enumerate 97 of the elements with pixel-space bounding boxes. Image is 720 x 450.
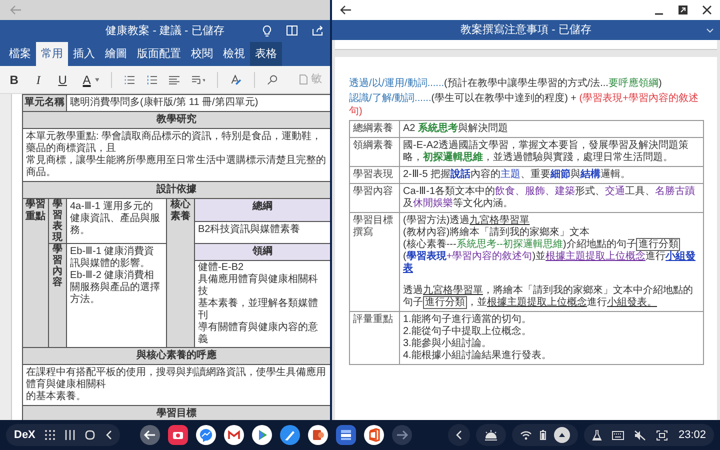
cell-text: Eb-Ⅲ-1 健康消費資訊與媒體的影響。 xyxy=(70,246,156,270)
numbered-list-icon[interactable] xyxy=(146,74,158,84)
ribbon-tab[interactable]: 常用 xyxy=(36,42,68,66)
cell-text: Eb-Ⅲ-2 健康消費相關服務與產品的選擇方法。 xyxy=(70,270,161,306)
guideline-text: 認識/了解/動詞......(學生可以在教學中達到的程度) + (學習表現+學習內容的敘述句) xyxy=(349,92,700,118)
recent-apps-icon[interactable] xyxy=(65,430,76,440)
cell-text: Ca-Ⅲ-1各類文本中的飲食、服飾、建築形式、交通工具、名勝古蹟 及休閒娛樂等文化內涵。 xyxy=(403,186,696,210)
weather-icon[interactable] xyxy=(476,424,506,446)
body-text: 常見商標，讓學生能將所學應用至日常生活中選購標示清楚且完整的商品。 xyxy=(26,155,327,179)
cell-text: 2-Ⅲ-5 把握說話內容的主題、重要細節與結構邏輯。 xyxy=(403,169,632,181)
window-title: 健康教案 - 建議 - 已儲存 xyxy=(106,24,224,39)
cell-text: 3.能參與小組討論。 xyxy=(403,338,492,350)
cell-text: 聰明消費學問多(康軒版/第 11 冊/第四單元) xyxy=(70,97,260,109)
underline-button[interactable]: U xyxy=(56,70,69,88)
slides-icon[interactable] xyxy=(308,425,328,445)
bullet-list-icon[interactable] xyxy=(124,74,135,84)
ribbon-tab[interactable]: 繪圖 xyxy=(100,42,132,66)
lightbulb-icon[interactable] xyxy=(262,25,272,37)
expand-up-icon[interactable] xyxy=(554,427,570,443)
close-icon[interactable] xyxy=(702,5,712,15)
ribbon-tab[interactable]: 檔案 xyxy=(4,42,36,66)
row-label: 學習內容 xyxy=(353,186,393,198)
row-label: 學習目標撰寫 xyxy=(353,215,393,239)
italic-button[interactable]: I xyxy=(32,70,44,88)
section-heading: 與核心素養的呼應 xyxy=(136,350,218,362)
cell-text: 透過九宮格學習單，將繪本「請到我的家鄉來」文本中介紹地點的句子 進行分類 ，並根據主題提取上位概念進行小組發表。 xyxy=(403,285,694,309)
keyboard-icon[interactable] xyxy=(612,430,624,440)
window-title: 教案撰寫注意事項 - 已儲存 xyxy=(460,22,592,38)
chat-bubble-icon[interactable] xyxy=(196,425,216,445)
chevron-left-icon[interactable] xyxy=(448,424,470,446)
screenshot-icon[interactable] xyxy=(656,430,668,440)
camera-icon[interactable] xyxy=(168,425,188,445)
cell-text: 基本素養，並理解各類媒體刊 xyxy=(198,298,319,322)
document-icon[interactable] xyxy=(336,425,356,445)
line-spacing-icon[interactable] xyxy=(192,74,206,84)
maximize-icon[interactable] xyxy=(678,5,688,15)
play-icon[interactable] xyxy=(252,425,272,445)
row-label: 學習表現 xyxy=(353,169,393,181)
column-heading: 領綱 xyxy=(251,246,274,258)
cell-text: (教材內容)將繪本「請到我的家鄉來」文本 xyxy=(403,227,591,238)
cell-text: (學習方法)透過九宮格學習單 xyxy=(403,215,531,226)
dex-label[interactable]: DeX xyxy=(14,426,36,444)
cell-text: 國-E-A2透過國語文學習，掌握文本要旨，發展學習及解決問題策略，初探邏輯思維，並透過體驗與實踐，處理日常生活問題。 xyxy=(403,140,690,164)
section-heading: 教學研究 xyxy=(155,114,198,126)
row-label: 學習重點 xyxy=(26,199,46,223)
chevron-down-icon[interactable] xyxy=(706,28,714,33)
cell-text: 導有關體育與健康內容的意義 xyxy=(198,322,319,346)
ribbon-tab[interactable]: 校閱 xyxy=(186,42,218,66)
ribbon-tab[interactable]: 插入 xyxy=(68,42,100,66)
row-label: 學習內容 xyxy=(52,244,62,288)
office-icon[interactable] xyxy=(364,425,384,445)
cell-text: 健體-E-B2 xyxy=(198,262,245,274)
ribbon-tab[interactable]: 版面配置 xyxy=(132,42,186,66)
section-heading: 學習目標 xyxy=(156,408,198,420)
back-arrow-icon[interactable] xyxy=(340,5,352,15)
row-label: 評量重點 xyxy=(353,314,393,326)
cell-text: 4.能根據小組討論結果進行發表。 xyxy=(403,350,552,362)
cell-text: (核心素養---系統思考--初探邏輯思維)介紹地點的句子 進行分類 xyxy=(403,239,682,251)
bold-button[interactable]: B xyxy=(8,70,20,88)
cell-text: 2.能從句子中提取上位概念。 xyxy=(403,326,532,338)
back-icon[interactable] xyxy=(105,430,112,440)
mute-icon[interactable] xyxy=(634,430,646,440)
search-icon[interactable] xyxy=(266,74,278,86)
row-label: 學習表現 xyxy=(52,199,62,243)
home-icon[interactable] xyxy=(85,430,96,440)
envelope-icon[interactable] xyxy=(224,425,244,445)
share-icon[interactable] xyxy=(312,25,324,36)
cell-text: 1.能將句子進行適當的切句。 xyxy=(403,314,532,326)
format-painter-icon[interactable] xyxy=(230,73,242,86)
battery-icon xyxy=(540,430,546,440)
section-heading: 設計依據 xyxy=(155,184,198,196)
body-text: 在課程中有搭配平板的使用，搜尋與判讀網路資訊，使學生具備應用體育與健康相關科 xyxy=(26,367,327,390)
cell-text: A2 系統思考與解決問題 xyxy=(403,123,510,135)
guideline-text: 透過/以/運用/動詞......(預計在教學中讓學生學習的方式/法...要呼應領綱) xyxy=(349,77,663,90)
align-left-icon[interactable] xyxy=(169,74,180,84)
row-label: 單元名稱 xyxy=(24,97,66,109)
row-label: 領綱素養 xyxy=(353,140,393,152)
row-label: 總綱素養 xyxy=(353,123,393,135)
cell-text: B2科技資訊與媒體素養 xyxy=(198,224,302,236)
cell-text: 具備應用體育與健康相關科技 xyxy=(198,274,319,298)
document-icon xyxy=(299,74,308,85)
body-text: 本單元教學重點: 學會讀取商品標示的資訊，特別是食品，運動鞋，藥品的商標資訊，且 xyxy=(26,131,323,154)
flask-icon[interactable] xyxy=(592,430,602,440)
book-icon[interactable] xyxy=(286,25,298,36)
app-grid-icon[interactable] xyxy=(45,430,56,440)
row-label: 核心素養 xyxy=(170,199,190,223)
pen-icon[interactable] xyxy=(280,425,300,445)
font-color-button[interactable]: A xyxy=(80,70,93,88)
cell-text: 4a-Ⅲ-1 運用多元的健康資訊、產品與服務。 xyxy=(70,201,161,237)
ribbon-tab[interactable]: 檢視 xyxy=(218,42,250,66)
caret-icon xyxy=(94,78,100,82)
body-text: 的基本素養。 xyxy=(26,391,87,403)
cell-text: (學習表現+學習內容的敘述句)並根據主題提取上位概念進行小組發表 xyxy=(403,251,697,275)
column-heading: 總綱 xyxy=(251,201,274,213)
ribbon-tab[interactable]: 表格 xyxy=(250,42,282,66)
wifi-icon xyxy=(520,430,532,440)
clock-time: 23:02 xyxy=(678,428,706,443)
